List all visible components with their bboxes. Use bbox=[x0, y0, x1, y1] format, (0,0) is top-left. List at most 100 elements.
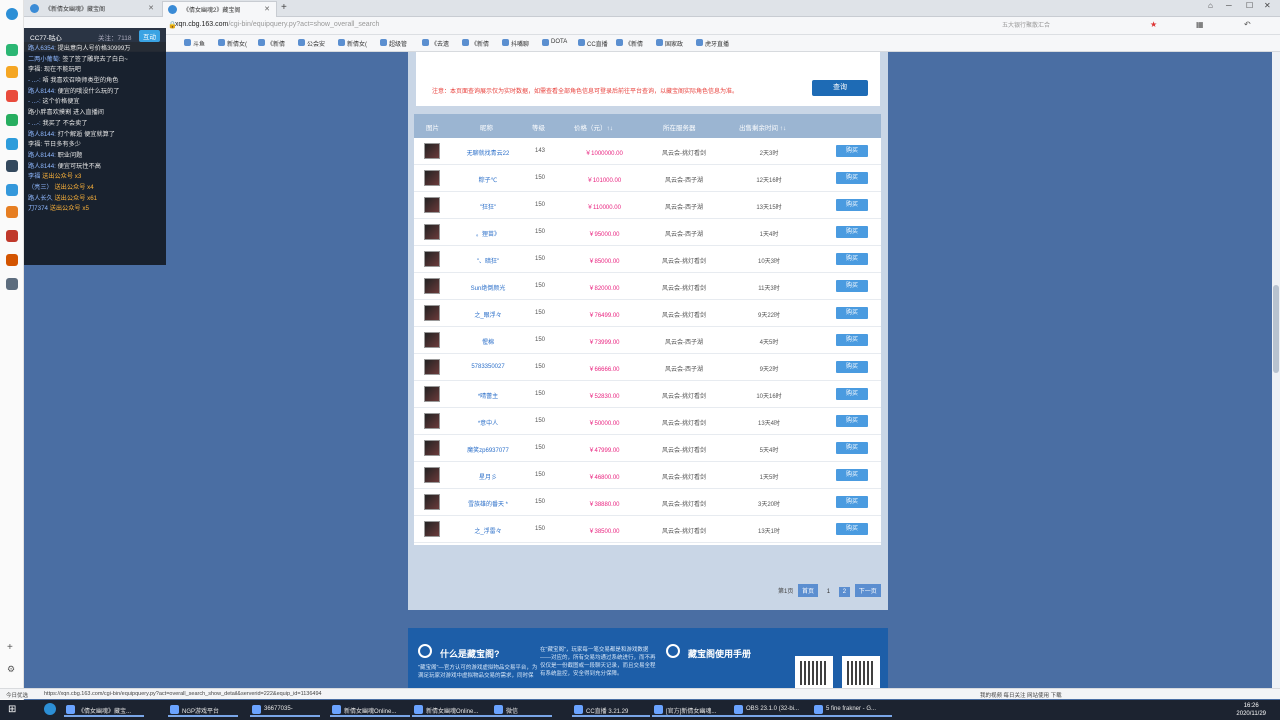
character-name[interactable]: 魔笑zp6937077 bbox=[452, 445, 524, 454]
extension-icon[interactable]: ★ bbox=[1150, 20, 1157, 29]
buy-button[interactable]: 购买 bbox=[836, 415, 868, 427]
p-app-icon[interactable] bbox=[6, 138, 18, 150]
page-2[interactable]: 2 bbox=[838, 587, 851, 597]
url-field[interactable]: xqn.cbg.163.com/cgi-bin/equipquery.py?ac… bbox=[175, 21, 379, 28]
buy-button[interactable]: 购买 bbox=[836, 145, 868, 157]
star-icon[interactable] bbox=[6, 66, 18, 78]
add-icon[interactable]: + bbox=[7, 642, 13, 653]
character-avatar[interactable] bbox=[424, 170, 440, 186]
character-name[interactable]: 粽子℃ bbox=[452, 175, 524, 184]
buy-button[interactable]: 购买 bbox=[836, 523, 868, 535]
character-avatar[interactable] bbox=[424, 332, 440, 348]
character-name[interactable]: 5783350027 bbox=[452, 364, 524, 370]
bookmark-item[interactable]: 《新倩 bbox=[616, 39, 643, 48]
bookmark-item[interactable]: 新倩女( bbox=[338, 39, 367, 48]
bookmark-item[interactable]: 虎牙直播 bbox=[696, 39, 729, 48]
menu-icon[interactable]: ⌂ bbox=[1208, 1, 1213, 10]
buy-button[interactable]: 购买 bbox=[836, 172, 868, 184]
calculator-icon[interactable] bbox=[6, 160, 18, 172]
next-page-button[interactable]: 下一页 bbox=[854, 584, 881, 597]
bookmark-item[interactable]: 斗鱼 bbox=[184, 39, 205, 48]
system-clock[interactable]: 16:26 2020/11/29 bbox=[1236, 702, 1266, 718]
character-name[interactable]: Sun绝倒颜光 bbox=[452, 283, 524, 292]
undo-icon[interactable]: ↶ bbox=[1244, 20, 1251, 29]
character-avatar[interactable] bbox=[424, 143, 440, 159]
taskbar-app[interactable]: NGP游戏平台 bbox=[168, 703, 238, 717]
taskbar-app[interactable]: 微信 bbox=[492, 703, 552, 717]
taskbar-app[interactable]: OBS 23.1.0 (32-bi... bbox=[732, 703, 812, 717]
buy-button[interactable]: 购买 bbox=[836, 388, 868, 400]
bookmark-item[interactable]: 《新倩 bbox=[462, 39, 489, 48]
game-icon[interactable] bbox=[6, 254, 18, 266]
buy-button[interactable]: 购买 bbox=[836, 226, 868, 238]
buy-button[interactable]: 购买 bbox=[836, 496, 868, 508]
bookmark-item[interactable]: 超级管 bbox=[380, 39, 407, 48]
query-button[interactable]: 查询 bbox=[812, 80, 868, 96]
character-avatar[interactable] bbox=[424, 413, 440, 429]
character-name[interactable]: "、暗狂" bbox=[452, 256, 524, 265]
bookmark-item[interactable]: 新倩女( bbox=[218, 39, 247, 48]
taskbar-app[interactable]: [官方]新倩女幽魂... bbox=[652, 703, 732, 717]
bookmark-item[interactable]: 国家政 bbox=[656, 39, 683, 48]
mail-icon[interactable] bbox=[6, 114, 18, 126]
tab-cbg-1[interactable]: 《新倩女幽魂》藏宝阁 ✕ bbox=[25, 1, 160, 17]
scrollbar-thumb[interactable] bbox=[1273, 285, 1279, 373]
document-icon[interactable] bbox=[6, 184, 18, 196]
first-page-button[interactable]: 首页 bbox=[798, 584, 819, 597]
taskbar-app[interactable]: 新倩女幽魂Online... bbox=[412, 703, 492, 717]
character-name[interactable]: 星月彡 bbox=[452, 472, 524, 481]
follow-button[interactable]: 互动 bbox=[139, 30, 160, 42]
settings-icon[interactable]: ⚙ bbox=[7, 664, 15, 675]
buy-button[interactable]: 购买 bbox=[836, 307, 868, 319]
taskbar-app[interactable]: 新倩女幽魂Online... bbox=[330, 703, 410, 717]
tab-cbg-2[interactable]: 《倩女幽魂2》藏宝阁 ✕ bbox=[162, 1, 277, 17]
bookmark-item[interactable]: 《新倩 bbox=[258, 39, 285, 48]
character-avatar[interactable] bbox=[424, 440, 440, 456]
maximize-icon[interactable]: ☐ bbox=[1246, 1, 1253, 10]
col-time[interactable]: 出售剩余时间 ↑↓ bbox=[739, 122, 786, 132]
character-avatar[interactable] bbox=[424, 359, 440, 375]
buy-button[interactable]: 购买 bbox=[836, 469, 868, 481]
bookmark-item[interactable]: 公会安 bbox=[298, 39, 325, 48]
character-avatar[interactable] bbox=[424, 278, 440, 294]
character-name[interactable]: "狂狂" bbox=[452, 202, 524, 211]
character-avatar[interactable] bbox=[424, 251, 440, 267]
buy-button[interactable]: 购买 bbox=[836, 361, 868, 373]
taskbar-app[interactable]: CC直播 3.21.29 bbox=[572, 703, 650, 717]
taskbar-app[interactable]: 5 fine frakner - G... bbox=[812, 703, 892, 717]
character-avatar[interactable] bbox=[424, 494, 440, 510]
video-icon[interactable] bbox=[6, 230, 18, 242]
new-tab-plus-icon[interactable]: + bbox=[281, 2, 287, 13]
character-avatar[interactable] bbox=[424, 521, 440, 537]
character-avatar[interactable] bbox=[424, 386, 440, 402]
window-close-icon[interactable]: ✕ bbox=[1264, 1, 1271, 10]
browser-taskbar-icon[interactable] bbox=[44, 703, 56, 715]
buy-button[interactable]: 购买 bbox=[836, 253, 868, 265]
buy-button[interactable]: 购买 bbox=[836, 199, 868, 211]
weibo-icon[interactable] bbox=[6, 90, 18, 102]
buy-button[interactable]: 购买 bbox=[836, 442, 868, 454]
character-name[interactable]: *晴蕾主 bbox=[452, 391, 524, 400]
bookmark-item[interactable]: 抖嘴聊 bbox=[502, 39, 529, 48]
col-price[interactable]: 价格（元）↑↓ bbox=[574, 122, 613, 132]
close-icon[interactable]: ✕ bbox=[148, 4, 154, 12]
rail-app-icon[interactable] bbox=[6, 44, 18, 56]
close-icon[interactable]: ✕ bbox=[264, 5, 270, 13]
character-name[interactable]: 。狸苗》 bbox=[452, 229, 524, 238]
taskbar-app[interactable]: 36677035- bbox=[250, 703, 320, 717]
character-name[interactable]: 无聊就找青云22 bbox=[452, 148, 524, 157]
bookmark-item[interactable]: DOTA bbox=[542, 39, 567, 46]
windows-start-icon[interactable]: ⊞ bbox=[8, 704, 16, 715]
minimize-icon[interactable]: ─ bbox=[1226, 1, 1232, 10]
character-avatar[interactable] bbox=[424, 197, 440, 213]
grid-icon[interactable] bbox=[6, 206, 18, 218]
photo-icon[interactable] bbox=[6, 278, 18, 290]
character-name[interactable]: 之_浮雷々 bbox=[452, 526, 524, 535]
character-avatar[interactable] bbox=[424, 224, 440, 240]
search-input[interactable]: 五大银行聚散汇合 bbox=[990, 20, 1080, 32]
character-name[interactable]: 雪族雄的番天 * bbox=[452, 499, 524, 508]
buy-button[interactable]: 购买 bbox=[836, 280, 868, 292]
bookmark-item[interactable]: 《去遗 bbox=[422, 39, 449, 48]
page-1[interactable]: 1 bbox=[823, 587, 834, 597]
bookmark-item[interactable]: CC直播 bbox=[578, 39, 608, 48]
